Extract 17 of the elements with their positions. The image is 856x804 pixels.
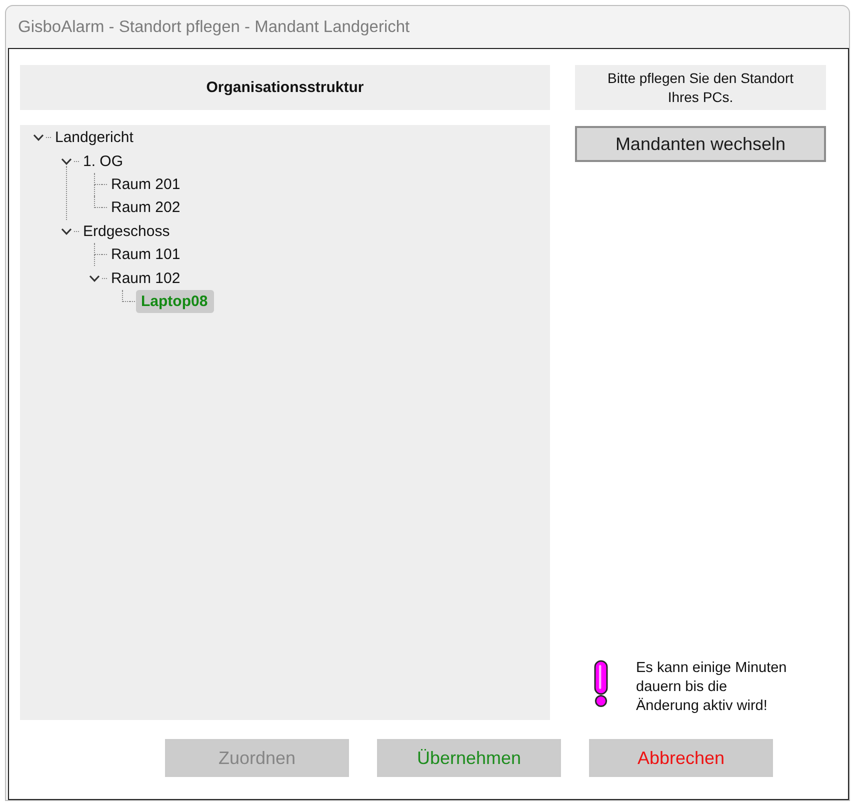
chevron-down-icon[interactable] [60,228,72,235]
hint-text: Bitte pflegen Sie den Standort Ihres PCs. [575,65,826,110]
notice-text: Es kann einige Minuten dauern bis die Änderung aktiv wird! [636,659,787,716]
tree-item[interactable]: Raum 101 [108,244,184,266]
tree-item[interactable]: 1. OG [80,150,126,172]
window-title: GisboAlarm - Standort pflegen - Mandant Landgericht [18,18,410,36]
tree-item[interactable]: Raum 201 [108,174,184,195]
tree-item[interactable]: Erdgeschoss [80,220,173,242]
tree-item[interactable]: Raum 202 [108,197,184,218]
tree-item[interactable]: Raum 102 [108,268,184,289]
switch-client-button[interactable]: Mandanten wechseln [575,126,826,162]
chevron-down-icon[interactable] [88,274,100,282]
chevron-down-icon[interactable] [32,134,44,142]
section-heading: Organisationsstruktur [20,65,550,110]
exclamation-icon [594,660,608,708]
chevron-down-icon[interactable] [60,158,72,165]
tree-item[interactable]: Landgericht [52,127,136,148]
